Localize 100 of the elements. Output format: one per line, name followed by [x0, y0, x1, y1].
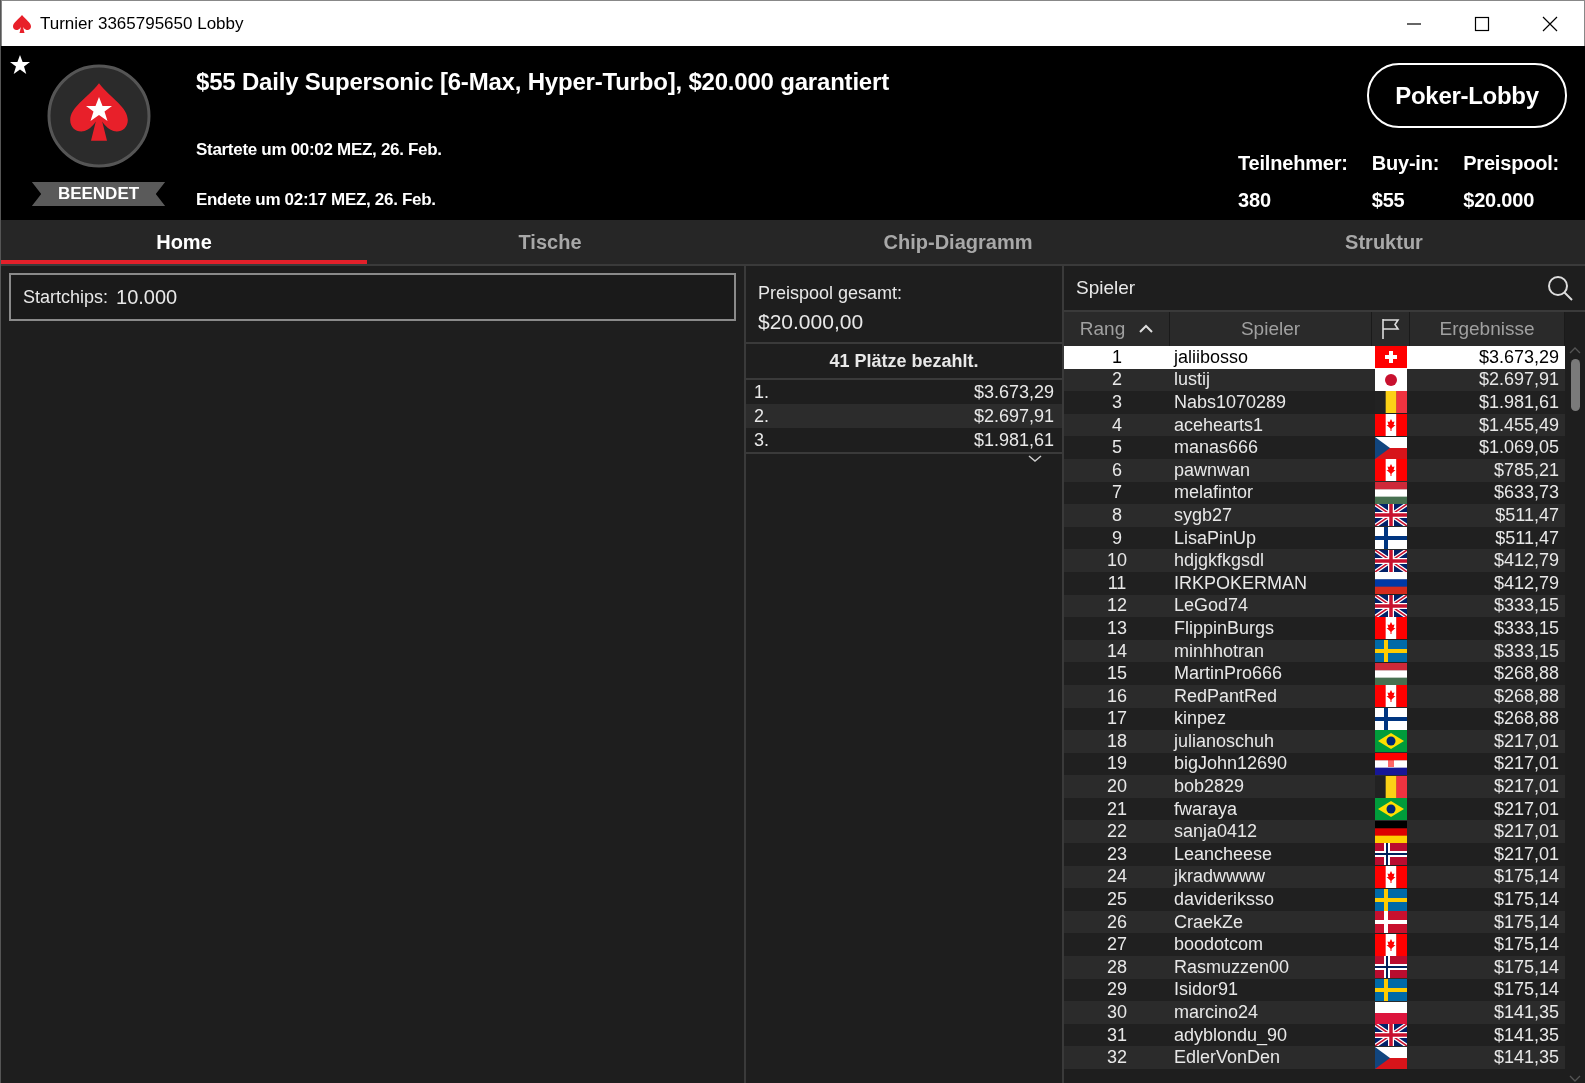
- player-name: EdlerVonDen: [1173, 1047, 1282, 1069]
- paid-places: 41 Plätze bezahlt.: [746, 344, 1062, 380]
- player-name: MartinPro666: [1173, 663, 1284, 685]
- rank-cell-text: 9: [1111, 527, 1123, 549]
- result-cell-text: $1.981,61: [1477, 392, 1560, 413]
- result-cell-text: $511,47: [1494, 504, 1560, 526]
- result-cell-text: $268,88: [1492, 685, 1560, 707]
- result-cell-text: $268,88: [1492, 708, 1560, 730]
- player-row[interactable]: 10 hdjgkfkgsdl $412,79: [1064, 549, 1565, 572]
- result-cell-text: $217,01: [1492, 843, 1560, 865]
- player-row[interactable]: 8 sygb27 $511,47: [1064, 504, 1565, 527]
- player-name: FlippinBurgs: [1173, 617, 1276, 639]
- player-name: Isidor91: [1173, 979, 1240, 1001]
- result-cell-text: $333,15: [1492, 595, 1560, 617]
- rank-cell-text: 27: [1106, 934, 1128, 956]
- rank-cell-text: 29: [1106, 979, 1128, 1001]
- close-icon[interactable]: [1542, 15, 1558, 32]
- flag-icon: [1375, 843, 1407, 866]
- flag-icon: [1375, 662, 1407, 685]
- flag-icon: [1375, 775, 1407, 798]
- result-cell-text: $217,01: [1492, 730, 1560, 752]
- payout-place: 2.: [754, 405, 769, 427]
- player-row[interactable]: 28 Rasmuzzen00 $175,14: [1064, 956, 1565, 979]
- stat-label: Buy-in:: [1371, 152, 1440, 175]
- player-row[interactable]: 12 LeGod74 $333,15: [1064, 594, 1565, 618]
- payout-place: 1.: [754, 381, 769, 403]
- result-cell-text: $1.455,49: [1477, 414, 1560, 436]
- player-name: LisaPinUp: [1173, 527, 1258, 549]
- player-row[interactable]: 18 julianoschuh $217,01: [1064, 730, 1565, 753]
- player-row[interactable]: 22 sanja0412 $217,01: [1064, 820, 1565, 844]
- rank-cell-text: 26: [1106, 911, 1128, 933]
- player-row[interactable]: 30 marcino24 $141,35: [1064, 1001, 1565, 1024]
- player-row[interactable]: 1 jaliibosso $3.673,29: [1064, 346, 1565, 369]
- star-icon[interactable]: [9, 54, 31, 75]
- player-name: sygb27: [1173, 504, 1234, 526]
- player-name: LeGod74: [1173, 595, 1250, 617]
- rank-cell-text: 23: [1106, 843, 1128, 865]
- rank-cell-text: 32: [1106, 1047, 1128, 1069]
- player-row[interactable]: 4 acehearts1 $1.455,49: [1064, 413, 1565, 437]
- rank-cell-text: 3: [1111, 392, 1123, 413]
- rank-cell-text: 11: [1106, 572, 1128, 594]
- result-cell-text: $217,01: [1492, 821, 1560, 843]
- player-row[interactable]: 20 bob2829 $217,01: [1064, 775, 1565, 798]
- player-row[interactable]: 32 EdlerVonDen $141,35: [1064, 1046, 1565, 1069]
- rank-cell-text: 13: [1106, 617, 1128, 639]
- end-time: Endete um 02:17 MEZ, 26. Feb.: [196, 190, 437, 210]
- player-name: davideriksso: [1173, 889, 1276, 911]
- payout-amount: $1.981,61: [973, 429, 1054, 451]
- rank-cell-text: 19: [1106, 753, 1128, 775]
- stat-value: $55: [1371, 189, 1406, 212]
- rank-cell-text: 22: [1106, 821, 1128, 843]
- tab[interactable]: Struktur: [1183, 220, 1585, 264]
- lobby-button[interactable]: Poker-Lobby: [1367, 63, 1567, 128]
- rank-cell-text: 18: [1106, 730, 1128, 752]
- player-name: fwaraya: [1173, 798, 1239, 820]
- scrollbar-thumb[interactable]: [1570, 359, 1580, 411]
- start-chips-field: Startchips: 10.000: [9, 273, 736, 321]
- tab[interactable]: Tische: [367, 220, 733, 264]
- flag-icon: [1375, 368, 1407, 391]
- rank-cell-text: 20: [1106, 776, 1128, 798]
- rank-cell-text: 7: [1111, 482, 1123, 504]
- flag-icon: [1375, 459, 1407, 482]
- player-name: sanja0412: [1173, 821, 1259, 843]
- result-cell-text: $175,14: [1492, 911, 1560, 933]
- player-row[interactable]: 26 CraekZe $175,14: [1064, 910, 1565, 934]
- result-cell-text: $217,01: [1492, 753, 1560, 775]
- player-row[interactable]: 6 pawnwan $785,21: [1064, 458, 1565, 482]
- tab[interactable]: Chip-Diagramm: [733, 220, 1183, 264]
- player-name: adyblondu_90: [1173, 1024, 1289, 1046]
- player-name: jaliibosso: [1172, 346, 1250, 368]
- maximize-icon[interactable]: [1474, 15, 1490, 32]
- player-row[interactable]: 16 RedPantRed $268,88: [1064, 684, 1565, 708]
- player-row[interactable]: 24 jkradwwww $175,14: [1064, 865, 1565, 889]
- flag-icon: [1375, 956, 1407, 979]
- sort-up-icon[interactable]: [1139, 324, 1154, 334]
- flag-icon: [1375, 414, 1407, 437]
- rank-cell-text: 25: [1106, 889, 1128, 911]
- result-cell-text: $217,01: [1492, 798, 1560, 820]
- result-cell-text: $175,14: [1492, 889, 1560, 911]
- tournament-title: $55 Daily Supersonic [6-Max, Hyper-Turbo], $20.000 garantiert: [196, 68, 890, 96]
- player-name: bigJohn12690: [1173, 753, 1289, 775]
- player-name: jkradwwww: [1172, 866, 1266, 888]
- rank-cell-text: 15: [1106, 663, 1128, 685]
- flag-icon: [1375, 1046, 1407, 1069]
- player-name: Leancheese: [1173, 843, 1274, 865]
- player-row[interactable]: 2 lustij $2.697,91: [1064, 368, 1565, 392]
- player-row[interactable]: 14 minhhotran $333,15: [1064, 639, 1565, 663]
- flag-icon: [1375, 1001, 1407, 1024]
- search-icon[interactable]: [1547, 275, 1573, 301]
- result-cell-text: $141,35: [1492, 1024, 1560, 1046]
- result-cell-text: $633,73: [1492, 482, 1560, 504]
- result-cell-text: $412,79: [1492, 550, 1560, 572]
- flag-icon: [1375, 436, 1407, 459]
- result-cell-text: $511,47: [1494, 527, 1560, 549]
- result-cell-text: $412,79: [1492, 572, 1560, 594]
- rank-cell-text: 14: [1106, 640, 1128, 662]
- chevron-down-icon[interactable]: [1028, 454, 1042, 463]
- player-name: CraekZe: [1173, 911, 1245, 933]
- search-label: Spieler: [1076, 277, 1136, 299]
- result-cell-text: $175,14: [1492, 866, 1560, 888]
